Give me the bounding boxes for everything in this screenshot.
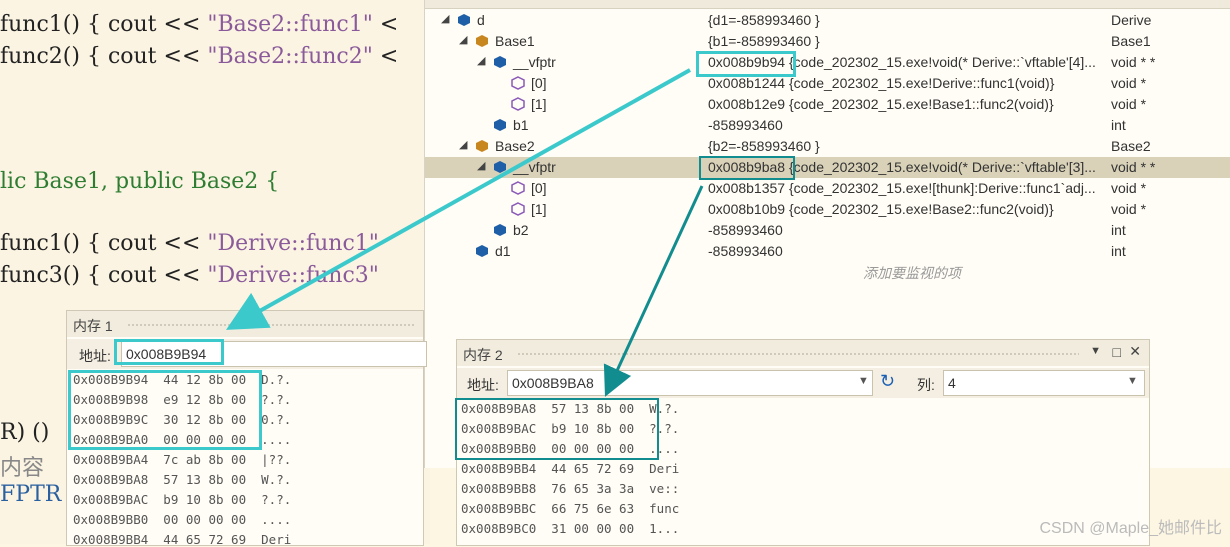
watermark: CSDN @Maple_她邮件比 [1039, 520, 1222, 537]
annotation-arrows [226, 68, 704, 397]
arrow-vfptr2-to-mem2 [603, 185, 704, 397]
arrow-vfptr1-to-mem1 [226, 68, 691, 330]
